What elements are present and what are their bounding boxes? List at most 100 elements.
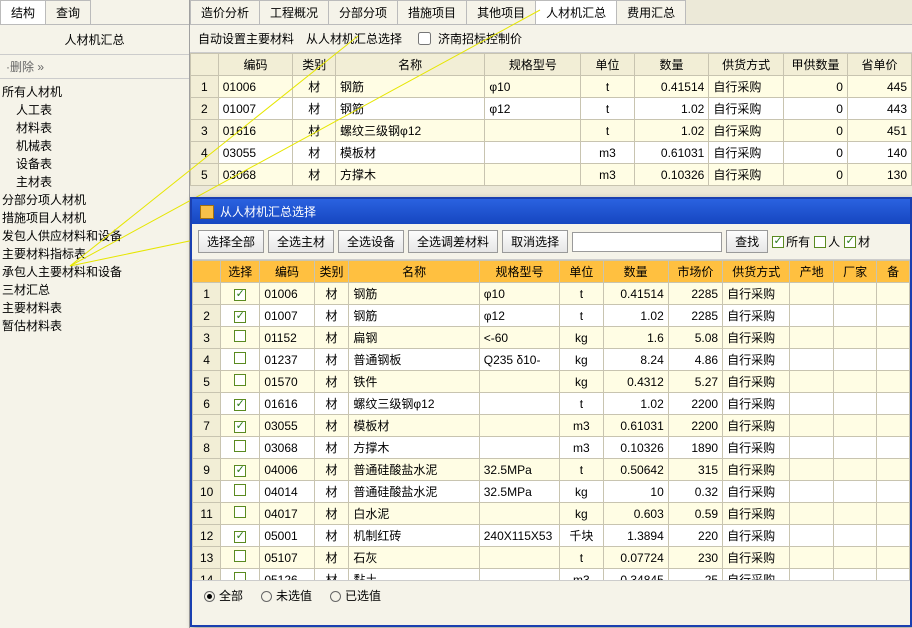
tab-structure[interactable]: 结构: [0, 0, 46, 24]
top-tab[interactable]: 工程概况: [259, 0, 329, 24]
col-header[interactable]: 选择: [221, 261, 260, 283]
table-row[interactable]: 503068材方撑木m30.10326自行采购0130: [191, 164, 912, 186]
col-header[interactable]: 省单价: [847, 54, 911, 76]
tree-item[interactable]: 暂估材料表: [2, 317, 187, 335]
row-checkbox[interactable]: [234, 572, 246, 580]
table-row[interactable]: 101006材钢筋φ10t0.41514自行采购0445: [191, 76, 912, 98]
tree-item[interactable]: 承包人主要材料和设备: [2, 263, 187, 281]
btn-select-diff[interactable]: 全选调差材料: [408, 230, 498, 253]
ctrl-price-check[interactable]: 济南招标控制价: [414, 29, 522, 48]
tree-item[interactable]: 发包人供应材料和设备: [2, 227, 187, 245]
col-header[interactable]: 数量: [603, 261, 668, 283]
radio-icon: [330, 591, 341, 602]
tree-item[interactable]: 措施项目人材机: [2, 209, 187, 227]
col-header[interactable]: 单位: [560, 261, 603, 283]
btn-find[interactable]: 查找: [726, 230, 768, 253]
filter-ren[interactable]: 人: [814, 233, 840, 250]
col-header[interactable]: 名称: [336, 54, 485, 76]
col-header[interactable]: 规格型号: [479, 261, 559, 283]
top-tab[interactable]: 其他项目: [466, 0, 536, 24]
table-row[interactable]: 201007材钢筋φ12t1.022285自行采购: [193, 305, 910, 327]
col-header[interactable]: 编码: [218, 54, 293, 76]
top-tab[interactable]: 造价分析: [190, 0, 260, 24]
tree-item[interactable]: 设备表: [2, 155, 187, 173]
btn-cancel-select[interactable]: 取消选择: [502, 230, 568, 253]
col-header[interactable]: 数量: [634, 54, 709, 76]
radio-selected[interactable]: 已选值: [330, 587, 381, 604]
btn-select-equip[interactable]: 全选设备: [338, 230, 404, 253]
popup-grid-wrap[interactable]: 选择编码类别名称规格型号单位数量市场价供货方式产地厂家备101006材钢筋φ10…: [192, 260, 910, 580]
btn-select-all[interactable]: 选择全部: [198, 230, 264, 253]
top-tab[interactable]: 费用汇总: [616, 0, 686, 24]
tree-item[interactable]: 人工表: [2, 101, 187, 119]
table-row[interactable]: 601616材螺纹三级钢φ12t1.022200自行采购: [193, 393, 910, 415]
top-tab[interactable]: 分部分项: [328, 0, 398, 24]
table-row[interactable]: 1004014材普通硅酸盐水泥32.5MPakg100.32自行采购: [193, 481, 910, 503]
tree-item[interactable]: 机械表: [2, 137, 187, 155]
popup-toolbar: 选择全部 全选主材 全选设备 全选调差材料 取消选择 查找 所有 人 材: [192, 224, 910, 260]
btn-select-main[interactable]: 全选主材: [268, 230, 334, 253]
table-row[interactable]: 201007材钢筋φ12t1.02自行采购0443: [191, 98, 912, 120]
filter-all[interactable]: 所有: [772, 233, 810, 250]
col-header[interactable]: 甲供数量: [783, 54, 847, 76]
col-header[interactable]: 类别: [293, 54, 336, 76]
col-header[interactable]: 名称: [349, 261, 479, 283]
col-header[interactable]: 厂家: [833, 261, 876, 283]
tree-item[interactable]: 主要材料表: [2, 299, 187, 317]
row-checkbox[interactable]: [234, 421, 246, 433]
col-header[interactable]: 编码: [260, 261, 314, 283]
tree-item[interactable]: 所有人材机: [2, 83, 187, 101]
row-checkbox[interactable]: [234, 399, 246, 411]
tab-query[interactable]: 查询: [45, 0, 91, 24]
col-header[interactable]: 市场价: [668, 261, 722, 283]
table-row[interactable]: 403055材模板材m30.61031自行采购0140: [191, 142, 912, 164]
table-row[interactable]: 1205001材机制红砖240X115X53千块1.3894220自行采购: [193, 525, 910, 547]
table-row[interactable]: 101006材钢筋φ10t0.415142285自行采购: [193, 283, 910, 305]
col-header[interactable]: 备: [877, 261, 910, 283]
row-checkbox[interactable]: [234, 374, 246, 386]
filter-cai[interactable]: 材: [844, 233, 870, 250]
table-row[interactable]: 803068材方撑木m30.103261890自行采购: [193, 437, 910, 459]
radio-all[interactable]: 全部: [204, 587, 243, 604]
col-header[interactable]: 单位: [581, 54, 634, 76]
table-row[interactable]: 703055材模板材m30.610312200自行采购: [193, 415, 910, 437]
auto-set-label[interactable]: 自动设置主要材料: [198, 30, 294, 47]
ctrl-price-checkbox[interactable]: [418, 32, 431, 45]
table-row[interactable]: 501570材铁件kg0.43125.27自行采购: [193, 371, 910, 393]
row-checkbox[interactable]: [234, 550, 246, 562]
radio-unselected[interactable]: 未选值: [261, 587, 312, 604]
col-header[interactable]: 产地: [790, 261, 833, 283]
row-checkbox[interactable]: [234, 311, 246, 323]
tree-item[interactable]: 材料表: [2, 119, 187, 137]
row-checkbox[interactable]: [234, 330, 246, 342]
from-summary-label[interactable]: 从人材机汇总选择: [306, 30, 402, 47]
tree-item[interactable]: 分部分项人材机: [2, 191, 187, 209]
row-checkbox[interactable]: [234, 506, 246, 518]
search-input[interactable]: [572, 232, 722, 252]
row-checkbox[interactable]: [234, 484, 246, 496]
ctrl-price-text: 济南招标控制价: [438, 30, 522, 47]
row-checkbox[interactable]: [234, 440, 246, 452]
tree-item[interactable]: 主要材料指标表: [2, 245, 187, 263]
top-tab[interactable]: 人材机汇总: [535, 0, 617, 24]
row-checkbox[interactable]: [234, 352, 246, 364]
table-row[interactable]: 301152材扁钢<-60kg1.65.08自行采购: [193, 327, 910, 349]
row-checkbox[interactable]: [234, 531, 246, 543]
top-tab[interactable]: 措施项目: [397, 0, 467, 24]
table-row[interactable]: 1405126材黏土m30.3484525自行采购: [193, 569, 910, 581]
table-row[interactable]: 1305107材石灰t0.07724230自行采购: [193, 547, 910, 569]
col-header[interactable]: 规格型号: [485, 54, 581, 76]
left-tools[interactable]: ·删除 »: [0, 55, 189, 79]
table-row[interactable]: 301616材螺纹三级钢φ12t1.02自行采购0451: [191, 120, 912, 142]
radio-sel-label: 已选值: [345, 589, 381, 603]
col-header[interactable]: 供货方式: [723, 261, 790, 283]
table-row[interactable]: 1104017材白水泥kg0.6030.59自行采购: [193, 503, 910, 525]
col-header[interactable]: 供货方式: [709, 54, 784, 76]
tree-item[interactable]: 主材表: [2, 173, 187, 191]
row-checkbox[interactable]: [234, 289, 246, 301]
table-row[interactable]: 904006材普通硅酸盐水泥32.5MPat0.50642315自行采购: [193, 459, 910, 481]
col-header[interactable]: 类别: [314, 261, 349, 283]
tree-item[interactable]: 三材汇总: [2, 281, 187, 299]
table-row[interactable]: 401237材普通钢板Q235 δ10-kg8.244.86自行采购: [193, 349, 910, 371]
row-checkbox[interactable]: [234, 465, 246, 477]
